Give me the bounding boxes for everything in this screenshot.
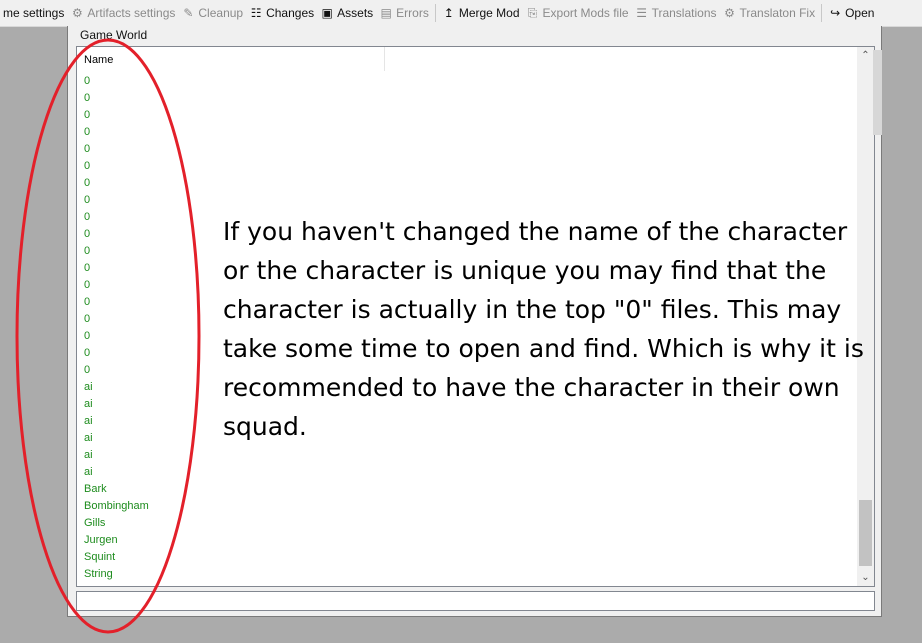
annotation-text: If you haven't changed the name of the c… bbox=[223, 217, 864, 441]
list-item[interactable]: Jurgen bbox=[84, 532, 149, 549]
toolbar-item-label: Assets bbox=[337, 6, 374, 20]
toolbar-artifacts-settings-button[interactable]: ⚙ Artifacts settings bbox=[67, 2, 178, 24]
export-icon: ⎘ bbox=[527, 6, 538, 20]
list-item[interactable]: Bark bbox=[84, 481, 149, 498]
toolbar-item-label: Export Mods file bbox=[542, 6, 629, 20]
toolbar-merge-mod-button[interactable]: ↥ Merge Mod bbox=[439, 2, 523, 24]
toolbar-item-label: Cleanup bbox=[198, 6, 244, 20]
open-icon: ↪ bbox=[830, 6, 841, 20]
list-item[interactable]: 0 bbox=[84, 175, 149, 192]
toolbar-cleanup-button[interactable]: ✎ Cleanup bbox=[178, 2, 246, 24]
toolbar-export-mods-file-button[interactable]: ⎘ Export Mods file bbox=[523, 2, 632, 24]
toolbar-assets-button[interactable]: ▣ Assets bbox=[317, 2, 376, 24]
list-item[interactable]: ai bbox=[84, 413, 149, 430]
list-item[interactable]: String bbox=[84, 566, 149, 583]
list-item[interactable]: 0 bbox=[84, 90, 149, 107]
toolbar-item-label: Translaton Fix bbox=[739, 6, 816, 20]
list-item[interactable]: 0 bbox=[84, 107, 149, 124]
list-item[interactable]: 0 bbox=[84, 158, 149, 175]
toolbar-item-label: Translations bbox=[651, 6, 717, 20]
list-item[interactable]: Squint bbox=[84, 549, 149, 566]
column-header-name[interactable]: Name bbox=[77, 47, 385, 71]
list-item[interactable]: 0 bbox=[84, 328, 149, 345]
toolbar-translaton-fix-button[interactable]: ⚙ Translaton Fix bbox=[720, 2, 819, 24]
toolbar-item-label: Changes bbox=[266, 6, 315, 20]
list-item[interactable]: 0 bbox=[84, 294, 149, 311]
list-item[interactable]: Gills bbox=[84, 515, 149, 532]
list-item[interactable]: 0 bbox=[84, 73, 149, 90]
list-item[interactable]: ai bbox=[84, 396, 149, 413]
changes-icon: ☷ bbox=[250, 6, 262, 20]
column-header-label: Name bbox=[84, 54, 114, 66]
toolbar-open-button[interactable]: ↪ Open bbox=[825, 2, 877, 24]
list-item[interactable]: 0 bbox=[84, 243, 149, 260]
list-item[interactable]: 0 bbox=[84, 124, 149, 141]
assets-icon: ▣ bbox=[321, 6, 333, 20]
toolbar-me-settings-button[interactable]: me settings bbox=[0, 2, 67, 24]
list-item[interactable]: 0 bbox=[84, 277, 149, 294]
list-item[interactable]: 0 bbox=[84, 226, 149, 243]
scroll-down-arrow-icon[interactable]: ⌄ bbox=[857, 569, 874, 586]
errors-icon: ▤ bbox=[380, 6, 392, 20]
list-item[interactable]: 0 bbox=[84, 141, 149, 158]
toolbar-item-label: Merge Mod bbox=[458, 6, 520, 20]
toolbar-separator bbox=[434, 4, 436, 22]
broom-icon: ✎ bbox=[183, 6, 194, 20]
list-item[interactable]: 0 bbox=[84, 260, 149, 277]
translations-icon: ☰ bbox=[636, 6, 647, 20]
file-list-rows: 0 0 0 0 0 0 0 0 0 0 0 0 0 0 0 0 0 0 ai ai ai ai ai ai Bark Bombin… bbox=[84, 73, 149, 583]
toolbar-changes-button[interactable]: ☷ Changes bbox=[246, 2, 317, 24]
toolbar-item-label: me settings bbox=[3, 6, 65, 20]
toolbar-separator bbox=[821, 4, 823, 22]
list-item[interactable]: 0 bbox=[84, 311, 149, 328]
toolbar: me settings ⚙ Artifacts settings ✎ Cleanup ☷ C… bbox=[0, 0, 922, 27]
scroll-thumb[interactable] bbox=[859, 500, 872, 566]
toolbar-item-label: Artifacts settings bbox=[87, 6, 176, 20]
list-item[interactable]: ai bbox=[84, 464, 149, 481]
toolbar-item-label: Errors bbox=[396, 6, 429, 20]
list-item[interactable]: 0 bbox=[84, 345, 149, 362]
window-title: Game World bbox=[80, 28, 148, 42]
list-item[interactable]: ai bbox=[84, 430, 149, 447]
toolbar-errors-button[interactable]: ▤ Errors bbox=[376, 2, 432, 24]
list-item[interactable]: 0 bbox=[84, 362, 149, 379]
list-item[interactable]: 0 bbox=[84, 209, 149, 226]
list-item[interactable]: Bombingham bbox=[84, 498, 149, 515]
merge-icon: ↥ bbox=[443, 6, 454, 20]
list-item[interactable]: ai bbox=[84, 379, 149, 396]
bottom-input-field[interactable] bbox=[76, 591, 875, 611]
translation-fix-icon: ⚙ bbox=[724, 6, 735, 20]
scroll-up-arrow-icon[interactable]: ⌃ bbox=[857, 47, 874, 64]
toolbar-item-label: Open bbox=[845, 6, 875, 20]
side-scrollbar-strip bbox=[873, 50, 882, 135]
toolbar-translations-button[interactable]: ☰ Translations bbox=[632, 2, 720, 24]
list-item[interactable]: 0 bbox=[84, 192, 149, 209]
artifacts-settings-icon: ⚙ bbox=[71, 6, 83, 20]
list-item[interactable]: ai bbox=[84, 447, 149, 464]
